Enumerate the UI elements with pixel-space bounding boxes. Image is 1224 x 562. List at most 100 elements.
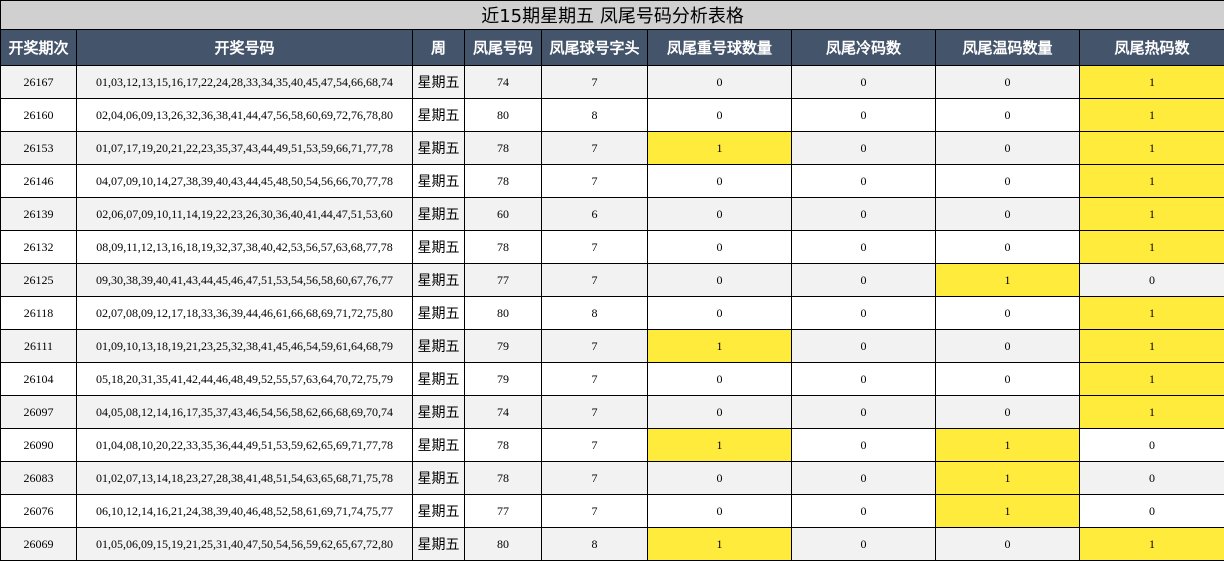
- title-row: 近15期星期五 凤尾号码分析表格: [0, 0, 1224, 30]
- cell-issue: 26083: [0, 461, 77, 495]
- cell-week: 星期五: [412, 98, 465, 132]
- cell-repeat: 1: [647, 428, 792, 462]
- cell-hot: 1: [1078, 527, 1224, 561]
- table-row: 26160 02,04,06,09,13,26,32,36,38,41,44,47…: [0, 98, 1224, 132]
- cell-tail: 78: [464, 230, 542, 264]
- cell-week: 星期五: [412, 164, 465, 198]
- cell-numbers: 01,05,06,09,15,19,21,25,31,40,47,50,54,5…: [76, 527, 413, 561]
- cell-issue: 26132: [0, 230, 77, 264]
- cell-tail: 78: [464, 131, 542, 165]
- cell-tail: 74: [464, 65, 542, 99]
- cell-tail: 80: [464, 98, 542, 132]
- cell-week: 星期五: [412, 230, 465, 264]
- cell-tail-head: 7: [541, 263, 648, 297]
- cell-numbers: 09,30,38,39,40,41,43,44,45,46,47,51,53,5…: [76, 263, 413, 297]
- cell-issue: 26153: [0, 131, 77, 165]
- cell-tail-head: 8: [541, 98, 648, 132]
- cell-hot: 1: [1078, 395, 1224, 429]
- cell-tail-head: 7: [541, 131, 648, 165]
- cell-warm: 1: [935, 494, 1080, 528]
- cell-tail-head: 8: [541, 527, 648, 561]
- cell-hot: 1: [1078, 197, 1224, 231]
- cell-cold: 0: [791, 296, 936, 330]
- table-row: 26146 04,07,09,10,14,27,38,39,40,43,44,45…: [0, 164, 1224, 198]
- cell-week: 星期五: [412, 494, 465, 528]
- cell-hot: 1: [1078, 65, 1224, 99]
- cell-repeat: 0: [647, 230, 792, 264]
- header-issue: 开奖期次: [0, 29, 77, 66]
- cell-numbers: 08,09,11,12,13,16,18,19,32,37,38,40,42,5…: [76, 230, 413, 264]
- cell-repeat: 0: [647, 461, 792, 495]
- table-row: 26132 08,09,11,12,13,16,18,19,32,37,38,40…: [0, 230, 1224, 264]
- cell-cold: 0: [791, 362, 936, 396]
- cell-repeat: 0: [647, 197, 792, 231]
- cell-hot: 1: [1078, 131, 1224, 165]
- header-tail-head: 凤尾球号字头: [541, 29, 648, 66]
- cell-tail: 77: [464, 494, 542, 528]
- cell-tail: 79: [464, 362, 542, 396]
- analysis-table: 近15期星期五 凤尾号码分析表格 开奖期次 开奖号码 周 凤尾号码 凤尾球号字头…: [0, 0, 1224, 561]
- cell-tail: 74: [464, 395, 542, 429]
- table-row: 26153 01,07,17,19,20,21,22,23,35,37,43,44…: [0, 131, 1224, 165]
- cell-week: 星期五: [412, 527, 465, 561]
- header-week: 周: [412, 29, 465, 66]
- cell-repeat: 1: [647, 527, 792, 561]
- table-row: 26118 02,07,08,09,12,17,18,33,36,39,44,46…: [0, 296, 1224, 330]
- table-row: 26125 09,30,38,39,40,41,43,44,45,46,47,51…: [0, 263, 1224, 297]
- cell-cold: 0: [791, 461, 936, 495]
- cell-week: 星期五: [412, 461, 465, 495]
- cell-numbers: 02,07,08,09,12,17,18,33,36,39,44,46,61,6…: [76, 296, 413, 330]
- header-tail: 凤尾号码: [464, 29, 542, 66]
- cell-repeat: 1: [647, 329, 792, 363]
- cell-repeat: 0: [647, 494, 792, 528]
- cell-tail-head: 7: [541, 362, 648, 396]
- cell-numbers: 02,04,06,09,13,26,32,36,38,41,44,47,56,5…: [76, 98, 413, 132]
- cell-warm: 0: [935, 395, 1080, 429]
- cell-numbers: 01,02,07,13,14,18,23,27,28,38,41,48,51,5…: [76, 461, 413, 495]
- header-repeat: 凤尾重号球数量: [647, 29, 792, 66]
- cell-cold: 0: [791, 230, 936, 264]
- cell-hot: 0: [1078, 428, 1224, 462]
- cell-repeat: 0: [647, 263, 792, 297]
- cell-week: 星期五: [412, 329, 465, 363]
- cell-tail: 78: [464, 164, 542, 198]
- cell-hot: 1: [1078, 230, 1224, 264]
- table-row: 26111 01,09,10,13,18,19,21,23,25,32,38,41…: [0, 329, 1224, 363]
- cell-issue: 26139: [0, 197, 77, 231]
- cell-tail: 78: [464, 461, 542, 495]
- cell-tail-head: 7: [541, 494, 648, 528]
- table-row: 26167 01,03,12,13,15,16,17,22,24,28,33,34…: [0, 65, 1224, 99]
- cell-cold: 0: [791, 395, 936, 429]
- cell-tail-head: 7: [541, 461, 648, 495]
- cell-cold: 0: [791, 98, 936, 132]
- cell-issue: 26118: [0, 296, 77, 330]
- cell-issue: 26167: [0, 65, 77, 99]
- table-row: 26090 01,04,08,10,20,22,33,35,36,44,49,51…: [0, 428, 1224, 462]
- cell-tail: 78: [464, 428, 542, 462]
- cell-repeat: 0: [647, 296, 792, 330]
- cell-week: 星期五: [412, 428, 465, 462]
- cell-cold: 0: [791, 428, 936, 462]
- cell-warm: 0: [935, 362, 1080, 396]
- cell-tail-head: 8: [541, 296, 648, 330]
- cell-issue: 26111: [0, 329, 77, 363]
- cell-warm: 0: [935, 329, 1080, 363]
- cell-repeat: 0: [647, 395, 792, 429]
- cell-issue: 26160: [0, 98, 77, 132]
- cell-cold: 0: [791, 197, 936, 231]
- cell-warm: 0: [935, 197, 1080, 231]
- table-row: 26097 04,05,08,12,14,16,17,35,37,43,46,54…: [0, 395, 1224, 429]
- cell-issue: 26097: [0, 395, 77, 429]
- cell-tail-head: 7: [541, 395, 648, 429]
- cell-week: 星期五: [412, 65, 465, 99]
- cell-tail-head: 7: [541, 329, 648, 363]
- cell-numbers: 04,07,09,10,14,27,38,39,40,43,44,45,48,5…: [76, 164, 413, 198]
- cell-numbers: 05,18,20,31,35,41,42,44,46,48,49,52,55,5…: [76, 362, 413, 396]
- cell-numbers: 02,06,07,09,10,11,14,19,22,23,26,30,36,4…: [76, 197, 413, 231]
- cell-hot: 0: [1078, 461, 1224, 495]
- cell-tail-head: 7: [541, 164, 648, 198]
- cell-week: 星期五: [412, 362, 465, 396]
- table-row: 26104 05,18,20,31,35,41,42,44,46,48,49,52…: [0, 362, 1224, 396]
- cell-cold: 0: [791, 131, 936, 165]
- cell-tail-head: 7: [541, 230, 648, 264]
